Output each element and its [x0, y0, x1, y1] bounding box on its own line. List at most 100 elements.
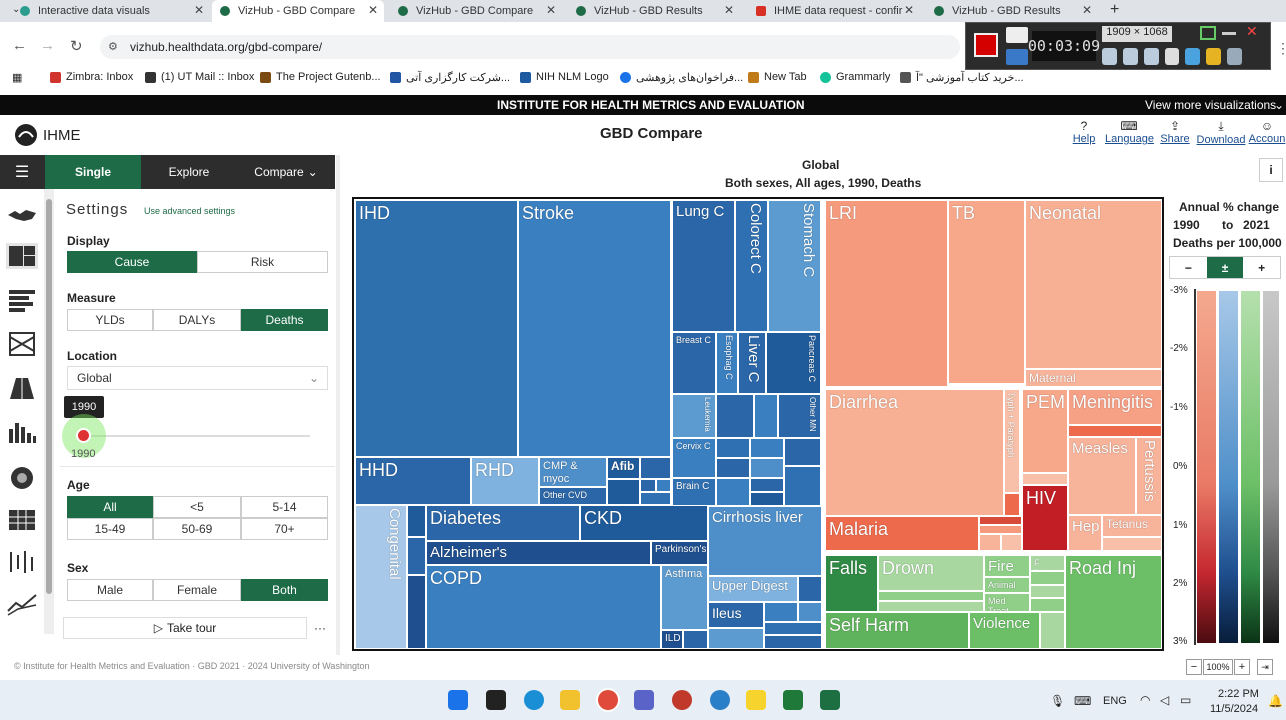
- treemap-cell-lri[interactable]: LRI: [825, 200, 948, 387]
- sex-both-button[interactable]: Both: [241, 579, 328, 601]
- account-button[interactable]: ☺ Accoun: [1248, 119, 1286, 145]
- treemap-cell[interactable]: [750, 458, 784, 478]
- bookmark-item[interactable]: شرکت کارگزاری آتی...: [390, 71, 510, 84]
- treemap-cell-hhd[interactable]: HHD: [355, 457, 471, 505]
- measure-ylds-button[interactable]: YLDs: [67, 309, 153, 331]
- window-mode-icon[interactable]: [1200, 26, 1216, 40]
- take-tour-button[interactable]: ▷ Take tour: [63, 617, 307, 639]
- sex-female-button[interactable]: Female: [153, 579, 241, 601]
- treemap-cell[interactable]: [1030, 585, 1065, 598]
- share-button[interactable]: ⇪ Share: [1158, 119, 1192, 145]
- help-button[interactable]: ? Help: [1070, 119, 1098, 145]
- legend-plusminus-button[interactable]: ±: [1206, 257, 1244, 278]
- clock-date[interactable]: 11/5/2024: [1210, 703, 1258, 715]
- more-visualizations-link[interactable]: View more visualizations: [1145, 98, 1276, 112]
- treemap-cell-stomach-c[interactable]: Stomach C: [768, 200, 821, 332]
- url-field[interactable]: ⚙ vizhub.healthdata.org/gbd-compare/: [100, 35, 960, 59]
- age-under5-button[interactable]: <5: [153, 496, 241, 518]
- volume-icon[interactable]: ◁: [1160, 693, 1169, 707]
- treemap-cell[interactable]: [683, 630, 708, 649]
- treemap-cell-stroke[interactable]: Stroke: [518, 200, 671, 457]
- treemap-cell[interactable]: [716, 458, 750, 478]
- treemap-cell[interactable]: [764, 602, 798, 622]
- map-view-icon[interactable]: [6, 203, 38, 229]
- treemap-cell[interactable]: [979, 516, 1022, 525]
- year-slider-track[interactable]: [84, 435, 310, 437]
- language-indicator[interactable]: ENG: [1103, 695, 1127, 707]
- treemap-cell-tetanus[interactable]: Tetanus: [1102, 515, 1162, 537]
- wifi-icon[interactable]: ◠: [1140, 693, 1150, 707]
- age-15-49-button[interactable]: 15-49: [67, 518, 153, 540]
- legend-minus-button[interactable]: −: [1170, 257, 1207, 278]
- measure-deaths-button[interactable]: Deaths: [241, 309, 328, 331]
- treemap-cell-ild[interactable]: ILD: [661, 630, 683, 649]
- treemap-cell[interactable]: [640, 479, 656, 492]
- treemap-cell[interactable]: [708, 628, 764, 649]
- treemap-cell-malaria[interactable]: Malaria: [825, 516, 979, 551]
- clock-time[interactable]: 2:22 PM: [1218, 688, 1259, 700]
- treemap-cell[interactable]: [407, 575, 426, 649]
- info-button[interactable]: i: [1259, 158, 1283, 182]
- treemap-cell-measles[interactable]: Measles: [1068, 437, 1136, 515]
- tab-single[interactable]: Single: [45, 155, 141, 189]
- recorder-app-icon[interactable]: [672, 690, 692, 710]
- treemap-cell-ihd[interactable]: IHD: [355, 200, 518, 457]
- browser-tab[interactable]: VizHub - GBD Results ✕: [926, 0, 1098, 22]
- webcam-icon[interactable]: [1143, 48, 1159, 65]
- treemap-cell-parkinsons[interactable]: Parkinson's: [651, 541, 708, 565]
- pyramid-icon[interactable]: [6, 375, 38, 401]
- more-options-button[interactable]: ···: [309, 617, 331, 639]
- minimize-icon[interactable]: [1222, 32, 1236, 35]
- treemap-cell-breast-c[interactable]: Breast C: [672, 332, 716, 394]
- treemap-cell[interactable]: [407, 505, 426, 537]
- treemap-cell-alzheimers[interactable]: Alzheimer's: [426, 541, 651, 565]
- camera-icon[interactable]: [1006, 27, 1028, 43]
- bookmark-item[interactable]: (1) UT Mail :: Inbox: [145, 71, 254, 83]
- treemap-cell-other-mn[interactable]: Other MN: [778, 394, 821, 438]
- bookmark-item[interactable]: Grammarly: [820, 71, 890, 83]
- treemap-cell-lung-c[interactable]: Lung C: [672, 200, 735, 332]
- treemap-cell[interactable]: [750, 438, 784, 458]
- circle-view-icon[interactable]: [6, 465, 38, 491]
- treemap-cell-leukemia[interactable]: Leukemia: [672, 394, 716, 438]
- treemap-cell[interactable]: [1004, 493, 1020, 516]
- stacked-bars-icon[interactable]: [6, 287, 38, 313]
- treemap-cell[interactable]: [979, 534, 1001, 551]
- treemap-cell-afib[interactable]: Afib: [607, 457, 640, 479]
- task-view-icon[interactable]: [486, 690, 506, 710]
- record-stop-button[interactable]: [974, 33, 998, 57]
- cursor-icon[interactable]: [1164, 48, 1180, 65]
- close-icon[interactable]: ✕: [904, 3, 914, 17]
- sidebar-scrollbar[interactable]: [44, 189, 54, 634]
- flag-app-icon[interactable]: [783, 690, 803, 710]
- excel-icon[interactable]: [820, 690, 840, 710]
- treemap-cell-diarrhea[interactable]: Diarrhea: [825, 389, 1004, 516]
- treemap-cell[interactable]: [1102, 537, 1162, 551]
- treemap-cell[interactable]: [878, 601, 984, 612]
- download-button[interactable]: ⤓ Download: [1196, 119, 1246, 146]
- battery-icon[interactable]: ▭: [1180, 693, 1191, 707]
- treemap-cell[interactable]: [1030, 598, 1065, 612]
- treemap-cell[interactable]: [1022, 473, 1068, 485]
- treemap-cell-colorect-c[interactable]: Colorect C: [735, 200, 768, 332]
- zoom-in-button[interactable]: +: [1234, 659, 1250, 675]
- treemap-cell-cirrhosis[interactable]: Cirrhosis liver: [708, 506, 822, 576]
- browser-tab[interactable]: VizHub - GBD Results ✕: [568, 0, 740, 22]
- measure-dalys-button[interactable]: DALYs: [153, 309, 241, 331]
- pause-icon[interactable]: [1006, 49, 1028, 65]
- treemap-cell-f-body[interactable]: F Body: [1030, 555, 1065, 571]
- microphone-icon[interactable]: [1122, 48, 1138, 65]
- chevron-down-icon[interactable]: ⌄: [1274, 98, 1284, 112]
- close-icon[interactable]: ✕: [194, 3, 204, 17]
- treemap-cell-rhd[interactable]: RHD: [471, 457, 539, 505]
- display-cause-button[interactable]: Cause: [67, 251, 197, 273]
- treemap-cell-pertussis[interactable]: Pertussis: [1136, 437, 1162, 515]
- treemap-cell[interactable]: [784, 438, 821, 466]
- treemap-cell-liver-c[interactable]: Liver C: [738, 332, 766, 394]
- treemap-cell[interactable]: [750, 492, 784, 506]
- treemap-cell-cervix-c[interactable]: Cervix C: [672, 438, 716, 478]
- treemap-cell[interactable]: [656, 479, 671, 492]
- treemap-cell[interactable]: [1040, 612, 1065, 649]
- close-icon[interactable]: ✕: [368, 3, 378, 17]
- sex-male-button[interactable]: Male: [67, 579, 153, 601]
